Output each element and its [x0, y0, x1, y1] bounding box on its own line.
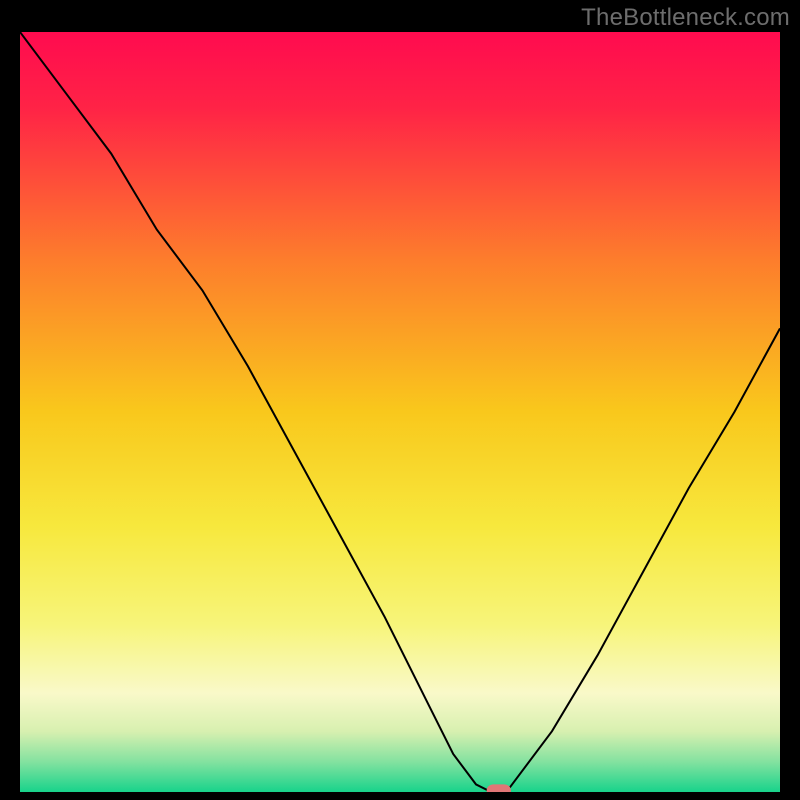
optimal-marker — [487, 784, 511, 792]
bottleneck-chart — [20, 32, 780, 792]
chart-background — [20, 32, 780, 792]
watermark-text: TheBottleneck.com — [581, 4, 790, 32]
chart-frame: TheBottleneck.com — [0, 0, 800, 800]
